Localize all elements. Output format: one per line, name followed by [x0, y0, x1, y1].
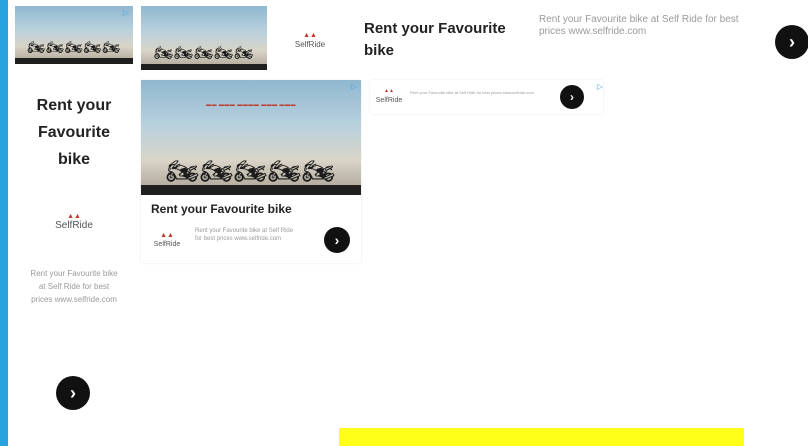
selfride-logo[interactable]: ▲▲ SelfRide [44, 209, 104, 235]
chevron-right-icon[interactable]: › [56, 376, 90, 410]
bike-banner-image[interactable]: 🏍🏍🏍🏍🏍 [141, 6, 267, 70]
yellow-highlight-bar [339, 428, 744, 446]
ad-description: Rent your Favourite bike at Self Ride fo… [30, 269, 118, 304]
chevron-right-icon[interactable]: › [775, 25, 808, 59]
horizontal-ad[interactable]: 🏍🏍🏍🏍🏍 ▲▲ SelfRide Rent your Favourite bi… [141, 6, 808, 70]
small-strip-ad[interactable]: ▲▲ SelfRide Rent your Favourite bike at … [370, 80, 603, 114]
ad-headline[interactable]: Rent your Favourite bike [15, 92, 133, 173]
ad-description: Rent your Favourite bike at Self Ride fo… [410, 90, 534, 95]
adchoices-icon[interactable]: ▷ [349, 82, 359, 92]
adchoices-icon[interactable]: ▷ [121, 8, 131, 18]
bike-banner-image[interactable]: 🏍🏍🏍🏍🏍 [15, 6, 133, 64]
box-ad[interactable]: ▬▬ ▬▬▬ ▬▬▬▬ ▬▬▬ ▬▬▬ 🏍🏍🏍🏍🏍 ▷ Rent your Fa… [141, 80, 361, 263]
selfride-logo[interactable]: ▲▲ SelfRide [295, 31, 325, 51]
ad-description: Rent your Favourite bike at Self Ride fo… [195, 228, 294, 242]
bike-banner-image[interactable]: ▬▬ ▬▬▬ ▬▬▬▬ ▬▬▬ ▬▬▬ 🏍🏍🏍🏍🏍 [141, 80, 361, 195]
selfride-logo[interactable]: ▲▲ SelfRide [376, 88, 402, 106]
selfride-logo[interactable]: ▲▲ SelfRide [149, 230, 185, 252]
left-edge-bar [0, 0, 8, 446]
ad-description: Rent your Favourite bike at Self Ride fo… [539, 14, 739, 37]
vertical-ad[interactable]: 🏍🏍🏍🏍🏍 ▷ Rent your Favourite bike ▲▲ Self… [15, 6, 133, 442]
chevron-right-icon[interactable]: › [324, 227, 350, 253]
ad-headline[interactable]: Rent your Favourite bike [151, 202, 292, 216]
adchoices-icon[interactable]: ▷ [595, 82, 603, 92]
ad-headline[interactable]: Rent your Favourite bike [364, 18, 534, 62]
chevron-right-icon[interactable]: › [560, 85, 584, 109]
